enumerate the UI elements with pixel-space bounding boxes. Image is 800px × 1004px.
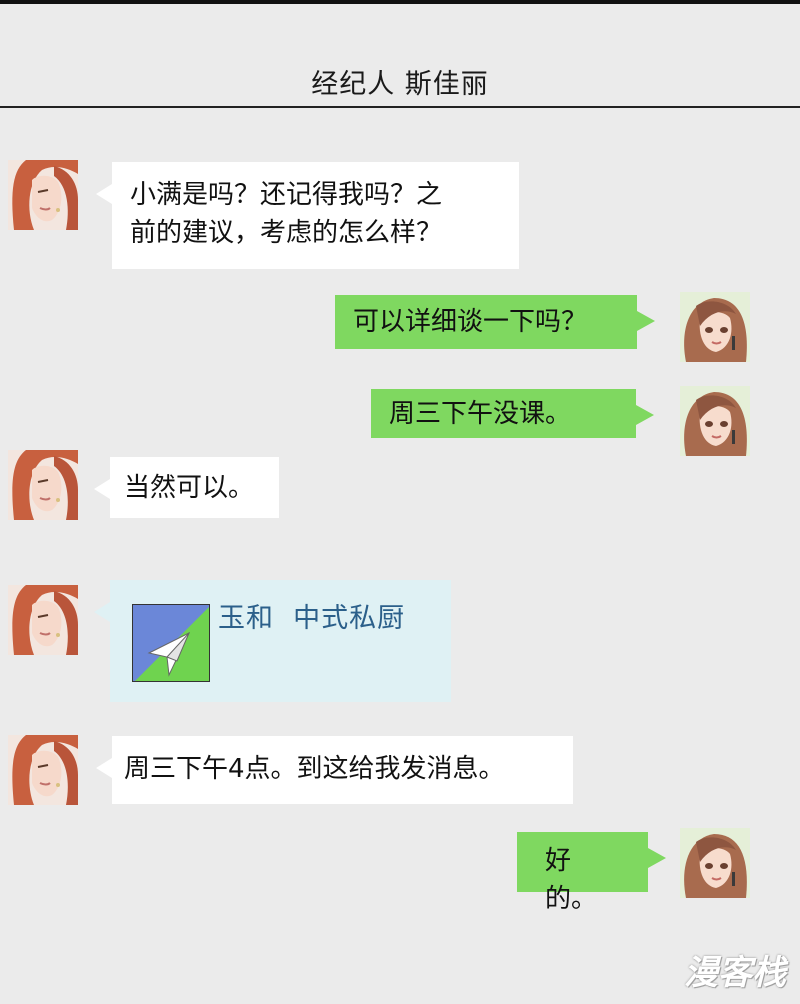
message-bubble-outgoing: 周三下午没课。 [371, 389, 654, 438]
message-text: 好的。 [545, 846, 598, 914]
message-bubble-incoming: 小满是吗？还记得我吗？之 前的建议，考虑的怎么样？ [96, 162, 519, 269]
agent-avatar[interactable] [8, 585, 78, 655]
chat-title: 经纪人 斯佳丽 [311, 69, 489, 100]
my-avatar[interactable] [680, 828, 750, 898]
location-card[interactable]: 玉和 中式私厨 [94, 580, 451, 702]
my-avatar[interactable] [680, 386, 750, 456]
message-line: 小满是吗？还记得我吗？之 [130, 180, 443, 210]
message-bubble-outgoing: 可以详细谈一下吗？ [335, 295, 655, 349]
agent-avatar[interactable] [8, 735, 78, 805]
chat-header: 经纪人 斯佳丽 [0, 0, 800, 108]
message-bubble-incoming: 当然可以。 [94, 457, 279, 518]
message-text: 周三下午没课。 [389, 399, 572, 429]
agent-avatar[interactable] [8, 160, 78, 230]
message-text: 当然可以。 [124, 473, 255, 503]
message-bubble-outgoing: 好的。 [517, 832, 666, 914]
agent-avatar[interactable] [8, 450, 78, 520]
paper-plane-icon [132, 604, 210, 682]
watermark-logo: 漫客栈 [684, 953, 786, 993]
message-text: 可以详细谈一下吗？ [353, 307, 588, 337]
message-bubble-incoming: 周三下午4点。到这给我发消息。 [96, 736, 573, 804]
card-title: 玉和 中式私厨 [218, 603, 406, 634]
message-text: 周三下午4点。到这给我发消息。 [124, 754, 505, 784]
my-avatar[interactable] [680, 292, 750, 362]
message-line: 前的建议，考虑的怎么样？ [130, 218, 443, 248]
